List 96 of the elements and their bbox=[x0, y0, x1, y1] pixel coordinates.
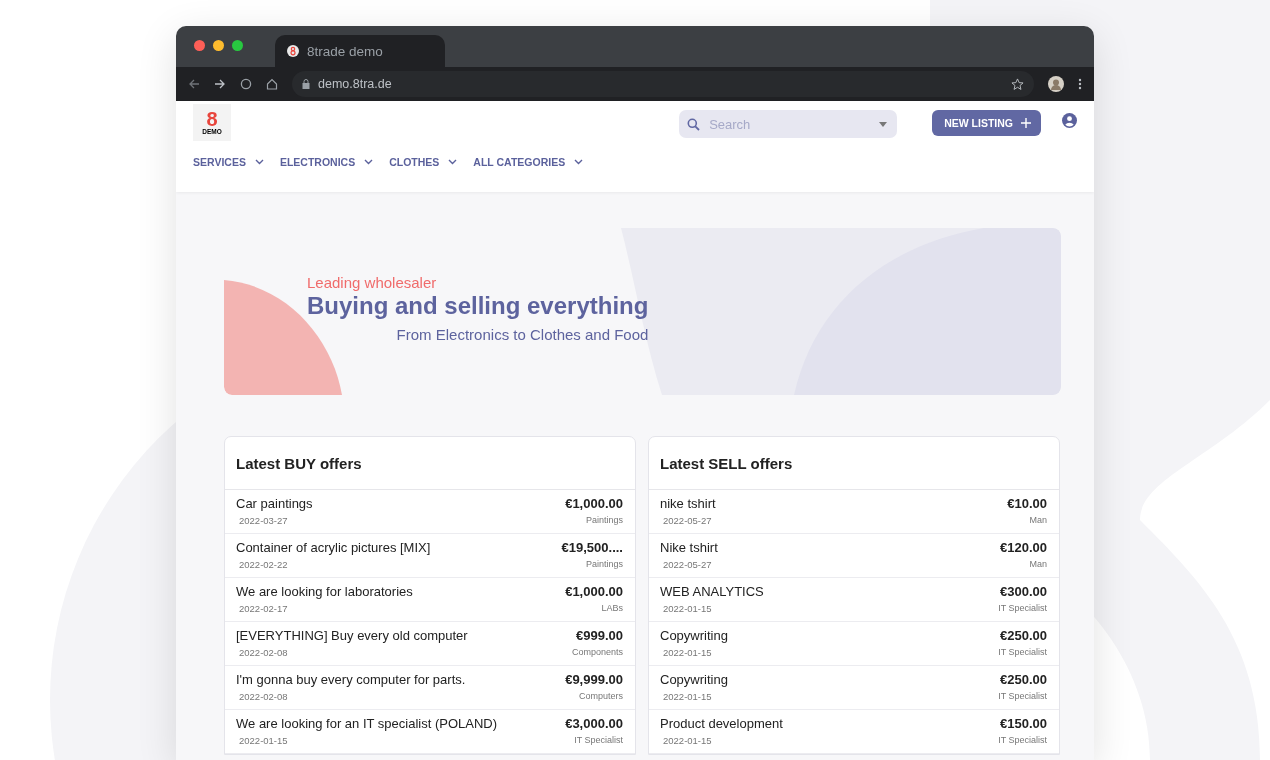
offer-category: Paintings bbox=[584, 515, 623, 526]
offer-price: €120.00 bbox=[1000, 540, 1047, 555]
chevron-down-icon bbox=[574, 159, 584, 165]
offer-date: 2022-02-22 bbox=[238, 559, 289, 570]
logo-mark: 8 bbox=[206, 110, 218, 128]
dropdown-caret-icon[interactable] bbox=[879, 122, 888, 127]
chevron-down-icon bbox=[364, 159, 374, 165]
search-icon bbox=[687, 118, 701, 131]
hero-subtitle: From Electronics to Clothes and Food bbox=[396, 326, 649, 343]
new-listing-button[interactable]: NEW LISTING bbox=[932, 110, 1041, 136]
offer-date: 2022-05-27 bbox=[662, 559, 713, 570]
offer-row[interactable]: [EVERYTHING] Buy every old computer €999.00 2022-02-08 Components bbox=[225, 622, 635, 666]
hero-eyebrow: Leading wholesaler bbox=[307, 274, 438, 291]
category-menu[interactable]: CLOTHES bbox=[389, 156, 458, 168]
offer-title: nike tshirt bbox=[660, 496, 717, 511]
offer-price: €999.00 bbox=[575, 628, 623, 643]
star-icon[interactable] bbox=[1011, 77, 1024, 91]
offer-row[interactable]: Container of acrylic pictures [MIX] €19,500.... 2022-02-22 Paintings bbox=[225, 534, 635, 578]
browser-tab[interactable]: 8trade demo bbox=[275, 35, 445, 67]
offer-category: IT Specialist bbox=[573, 735, 623, 746]
offer-category: Components bbox=[571, 647, 623, 658]
chevron-down-icon bbox=[254, 159, 264, 165]
category-menu[interactable]: ELECTRONICS bbox=[279, 156, 374, 168]
offer-row[interactable]: Car paintings €1,000.00 2022-03-27 Paintings bbox=[225, 490, 635, 534]
offer-category: LABs bbox=[600, 603, 623, 614]
offer-title: [EVERYTHING] Buy every old computer bbox=[236, 628, 469, 643]
offer-date: 2022-02-08 bbox=[238, 691, 289, 702]
offer-row[interactable]: We are looking for laboratories €1,000.00 2022-02-17 LABs bbox=[225, 578, 635, 622]
close-window-icon[interactable] bbox=[194, 40, 205, 51]
url-text: demo.8tra.de bbox=[318, 77, 393, 91]
favicon-icon bbox=[287, 45, 299, 57]
offer-category: Man bbox=[1028, 559, 1047, 570]
forward-icon[interactable] bbox=[214, 78, 226, 90]
more-icon[interactable] bbox=[1078, 78, 1082, 90]
home-icon[interactable] bbox=[266, 78, 278, 90]
offer-row[interactable]: Product development €150.00 2022-01-15 IT Specialist bbox=[649, 710, 1059, 754]
user-account-icon[interactable] bbox=[1062, 113, 1077, 128]
offer-price: €1,000.00 bbox=[565, 584, 623, 599]
chevron-down-icon bbox=[448, 159, 458, 165]
offer-title: Nike tshirt bbox=[660, 540, 719, 555]
offer-category: IT Specialist bbox=[998, 647, 1047, 658]
hero-title: Buying and selling everything bbox=[307, 292, 649, 320]
offer-title: Copywriting bbox=[660, 672, 729, 687]
offer-date: 2022-01-15 bbox=[238, 735, 289, 746]
offer-category: IT Specialist bbox=[998, 603, 1047, 614]
offer-row[interactable]: Nike tshirt €120.00 2022-05-27 Man bbox=[649, 534, 1059, 578]
category-menu[interactable]: ALL CATEGORIES bbox=[473, 156, 584, 168]
offer-title: We are looking for an IT specialist (POLAND) bbox=[236, 716, 499, 731]
offer-price: €3,000.00 bbox=[565, 716, 623, 731]
offer-row[interactable]: WEB ANALYTICS €300.00 2022-01-15 IT Specialist bbox=[649, 578, 1059, 622]
offer-date: 2022-02-17 bbox=[238, 603, 289, 614]
address-bar[interactable]: demo.8tra.de bbox=[292, 71, 1034, 97]
offer-price: €250.00 bbox=[999, 672, 1047, 687]
plus-icon bbox=[1021, 118, 1031, 128]
offer-title: Container of acrylic pictures [MIX] bbox=[236, 540, 432, 555]
offer-row[interactable]: I'm gonna buy every computer for parts. €9,999.00 2022-02-08 Computers bbox=[225, 666, 635, 710]
offer-date: 2022-01-15 bbox=[662, 647, 713, 658]
offer-title: We are looking for laboratories bbox=[236, 584, 414, 599]
offer-title: Product development bbox=[660, 716, 784, 731]
offer-price: €150.00 bbox=[999, 716, 1047, 731]
offer-row[interactable]: Copywriting €250.00 2022-01-15 IT Specialist bbox=[649, 666, 1059, 710]
back-icon[interactable] bbox=[188, 78, 200, 90]
offer-category: IT Specialist bbox=[998, 691, 1047, 702]
offer-price: €10.00 bbox=[1007, 496, 1047, 511]
offer-date: 2022-01-15 bbox=[662, 691, 713, 702]
category-menu[interactable]: SERVICES bbox=[193, 156, 264, 168]
offer-row[interactable]: Copywriting €250.00 2022-01-15 IT Specialist bbox=[649, 622, 1059, 666]
offer-title: WEB ANALYTICS bbox=[660, 584, 765, 599]
offer-row[interactable]: nike tshirt €10.00 2022-05-27 Man bbox=[649, 490, 1059, 534]
lock-icon bbox=[302, 79, 310, 89]
card-title: Latest SELL offers bbox=[649, 437, 1059, 490]
offer-price: €300.00 bbox=[999, 584, 1047, 599]
maximize-window-icon[interactable] bbox=[232, 40, 243, 51]
offer-price: €9,999.00 bbox=[565, 672, 623, 687]
offer-date: 2022-03-27 bbox=[238, 515, 289, 526]
offer-price: €1,000.00 bbox=[565, 496, 623, 511]
offer-category: Computers bbox=[578, 691, 623, 702]
offer-price: €250.00 bbox=[999, 628, 1047, 643]
minimize-window-icon[interactable] bbox=[213, 40, 224, 51]
card-title: Latest BUY offers bbox=[225, 437, 635, 490]
search-field[interactable]: Search bbox=[679, 110, 898, 138]
offer-price: €19,500.... bbox=[561, 540, 623, 555]
offer-date: 2022-01-15 bbox=[662, 735, 713, 746]
offer-title: Car paintings bbox=[236, 496, 314, 511]
offer-title: Copywriting bbox=[660, 628, 729, 643]
offer-category: Paintings bbox=[584, 559, 623, 570]
avatar-icon[interactable] bbox=[1048, 76, 1064, 92]
offer-date: 2022-02-08 bbox=[238, 647, 289, 658]
offer-title: I'm gonna buy every computer for parts. bbox=[236, 672, 467, 687]
offer-category: IT Specialist bbox=[998, 735, 1047, 746]
offer-row[interactable]: We are looking for an IT specialist (POLAND) €3,000.00 2022-01-15 IT Specialist bbox=[225, 710, 635, 754]
offer-date: 2022-01-15 bbox=[662, 603, 713, 614]
reload-icon[interactable] bbox=[240, 78, 252, 90]
tab-title: 8trade demo bbox=[307, 43, 383, 59]
offer-date: 2022-05-27 bbox=[662, 515, 713, 526]
offer-category: Man bbox=[1028, 515, 1047, 526]
